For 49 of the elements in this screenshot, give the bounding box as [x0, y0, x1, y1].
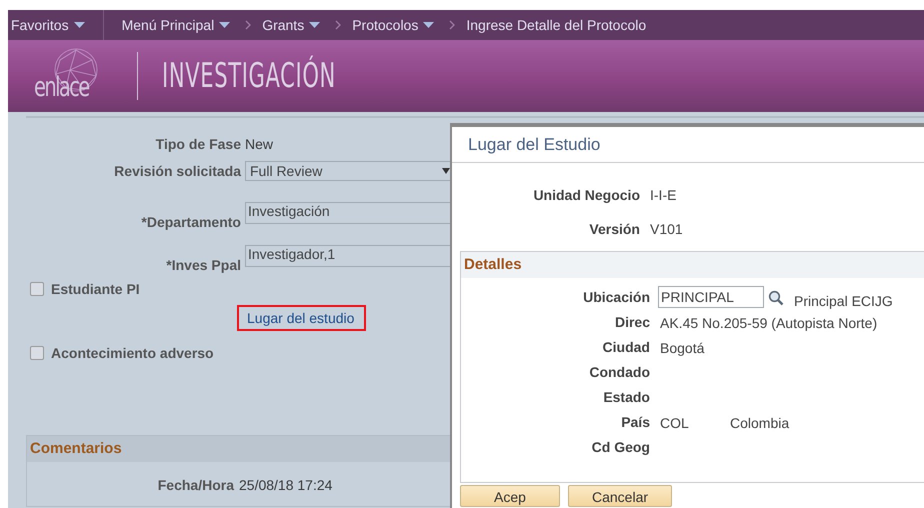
nav-link[interactable]: Protocolos — [352, 17, 418, 33]
caret-down-icon — [309, 22, 320, 28]
field-label: Unidad Negocio — [532, 187, 640, 203]
field-label: País — [620, 413, 650, 432]
field-label: Tipo de Fase — [154, 136, 241, 152]
field-value: I-I-E — [650, 187, 678, 203]
field-label: Cd Geog — [590, 438, 650, 457]
nav-link[interactable]: Ingrese Detalle del Protocolo — [466, 17, 646, 33]
field-label: Revisión solicitada — [113, 163, 241, 179]
logo-text: enlace — [34, 72, 89, 103]
field-value: Bogotá — [660, 340, 706, 356]
nav-link[interactable]: Grants — [262, 17, 304, 33]
nav-link[interactable]: Menú Principal — [122, 17, 214, 33]
field-value: V101 — [650, 221, 684, 237]
chevron-icon — [244, 19, 252, 31]
field-label: Condado — [588, 363, 650, 382]
checkbox-label: Estudiante PI — [51, 281, 140, 297]
location-description: Principal ECIJG — [794, 292, 893, 308]
field-label: *Departamento — [140, 214, 241, 230]
field-value: AK.45 No.205-59 (Autopista Norte) — [660, 314, 878, 330]
field-value: New — [245, 136, 274, 152]
chevron-icon — [334, 19, 342, 31]
search-icon[interactable] — [768, 290, 784, 306]
field-label: Ciudad — [602, 338, 650, 357]
field-value: COL — [660, 414, 690, 430]
checkbox-label: Acontecimiento adverso — [51, 345, 214, 361]
field-value: Colombia — [730, 414, 790, 430]
caret-down-icon — [74, 22, 85, 28]
caret-down-icon — [219, 22, 230, 28]
field-value: 25/08/18 17:24 — [239, 477, 332, 493]
field-label: Fecha/Hora — [156, 477, 234, 493]
caret-down-icon — [423, 22, 434, 28]
checkbox[interactable] — [30, 346, 44, 360]
chevron-icon — [448, 19, 456, 31]
checkbox[interactable] — [30, 282, 44, 296]
cancel-button[interactable]: Cancelar — [568, 485, 672, 507]
study-site-link[interactable]: Lugar del estudio — [237, 305, 366, 331]
caret-down-icon — [442, 168, 450, 174]
nav-link[interactable]: Favoritos — [11, 17, 69, 33]
field-label: Versión — [588, 221, 640, 237]
field-label: Estado — [602, 388, 650, 407]
field-label: *Inves Ppal — [165, 257, 241, 273]
accept-button[interactable]: Acep — [460, 485, 560, 507]
dialog-title: Lugar del Estudio — [452, 127, 924, 163]
section-title: Detalles — [461, 252, 924, 278]
field-label: Direc — [614, 313, 650, 332]
field-label: Ubicación — [582, 288, 650, 307]
banner-title: INVESTIGACIÓN — [162, 56, 336, 96]
location-field[interactable]: PRINCIPAL — [658, 286, 764, 308]
